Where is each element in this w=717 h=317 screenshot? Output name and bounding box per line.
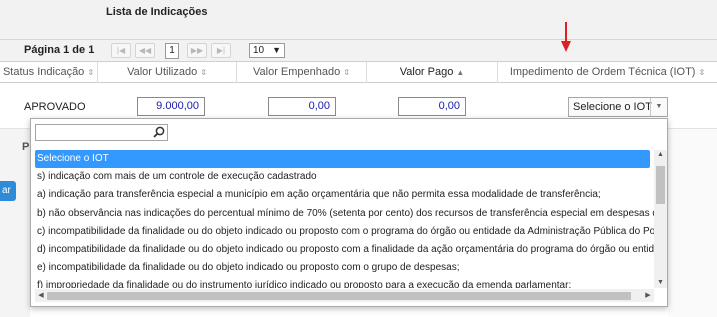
column-header-valor-utilizado[interactable]: Valor Utilizado ⇳ [98,62,237,83]
panel-header: Lista de Indicações [0,0,717,40]
vertical-scrollbar[interactable]: ▲ ▼ [654,150,667,288]
background-panel-right [668,129,717,317]
column-label: Valor Pago [399,66,454,78]
dropdown-arrow-icon: ▼ [650,98,667,116]
valor-empenhado-input[interactable]: 0,00 [268,97,336,116]
sort-icon: ⇳ [87,68,95,77]
chevron-down-icon: ▼ [272,45,281,55]
sort-icon: ⇳ [343,68,350,77]
dropdown-option[interactable]: a) indicação para transferência especial… [35,186,654,204]
dropdown-options-list: Selecione o IOT s) indicação com mais de… [35,150,654,288]
valor-pago-input[interactable]: 0,00 [398,97,466,116]
horizontal-scrollbar[interactable]: ◀ ▶ [35,289,654,302]
dropdown-option[interactable]: f) impropriedade da finalidade ou do ins… [35,277,654,288]
next-page-icon[interactable]: ▶▶ [187,43,207,58]
dropdown-search-input[interactable] [35,124,168,141]
iot-dropdown-panel: Selecione o IOT s) indicação com mais de… [30,118,668,307]
background-panel [0,129,30,317]
column-label: Status Indicação [2,66,85,78]
panel-title: Lista de Indicações [106,6,208,18]
dropdown-option[interactable]: b) não observância nas indicações do per… [35,205,654,223]
sort-icon: ⇳ [200,68,207,77]
current-page-input[interactable]: 1 [165,43,179,59]
first-page-icon[interactable]: |◀ [111,43,131,58]
last-page-icon[interactable]: ▶| [211,43,231,58]
page-size-select[interactable]: 10 ▼ [249,43,285,58]
scrollbar-thumb[interactable] [47,292,631,300]
column-header-iot[interactable]: Impedimento de Ordem Técnica (IOT) ⇳ [498,62,717,83]
page-label: Página 1 de 1 [24,44,95,56]
page-size-value: 10 [253,45,265,56]
column-header-valor-empenhado[interactable]: Valor Empenhado ⇳ [237,62,367,83]
scroll-up-icon[interactable]: ▲ [654,150,667,160]
table-header: Status Indicação ⇳ Valor Utilizado ⇳ Valor… [0,62,717,83]
valor-utilizado-input[interactable]: 9.000,00 [137,97,205,116]
dropdown-option[interactable]: c) incompatibilidade da finalidade ou do… [35,223,654,241]
scroll-right-icon[interactable]: ▶ [642,289,654,302]
pager: Página 1 de 1 |◀ ◀◀ 1 ▶▶ ▶| 10 ▼ [0,40,717,62]
background-label: P [22,141,30,153]
prev-page-icon[interactable]: ◀◀ [135,43,155,58]
column-header-status[interactable]: Status Indicação ⇳ [0,62,98,83]
annotation-arrow-icon [561,22,571,52]
iot-select-value: Selecione o IOT [573,101,652,113]
column-label: Impedimento de Ordem Técnica (IOT) [509,66,696,78]
background-button[interactable]: ar [0,181,16,201]
dropdown-option[interactable]: e) incompatibilidade da finalidade ou do… [35,259,654,277]
scroll-down-icon[interactable]: ▼ [654,278,667,288]
sort-asc-icon: ▲ [456,68,465,77]
column-label: Valor Utilizado [127,66,198,78]
column-label: Valor Empenhado [253,66,341,78]
dropdown-option[interactable]: s) indicação com mais de um controle de … [35,168,654,186]
column-header-valor-pago[interactable]: Valor Pago ▲ [367,62,498,83]
scrollbar-thumb[interactable] [656,166,665,204]
dropdown-option-selected[interactable]: Selecione o IOT [35,150,650,169]
search-icon [153,126,165,138]
status-cell: APROVADO [24,101,86,113]
dropdown-option[interactable]: d) incompatibilidade da finalidade ou do… [35,241,654,259]
iot-select[interactable]: Selecione o IOT ▼ [568,97,668,117]
scroll-left-icon[interactable]: ◀ [35,289,47,302]
sort-icon: ⇳ [698,68,706,77]
